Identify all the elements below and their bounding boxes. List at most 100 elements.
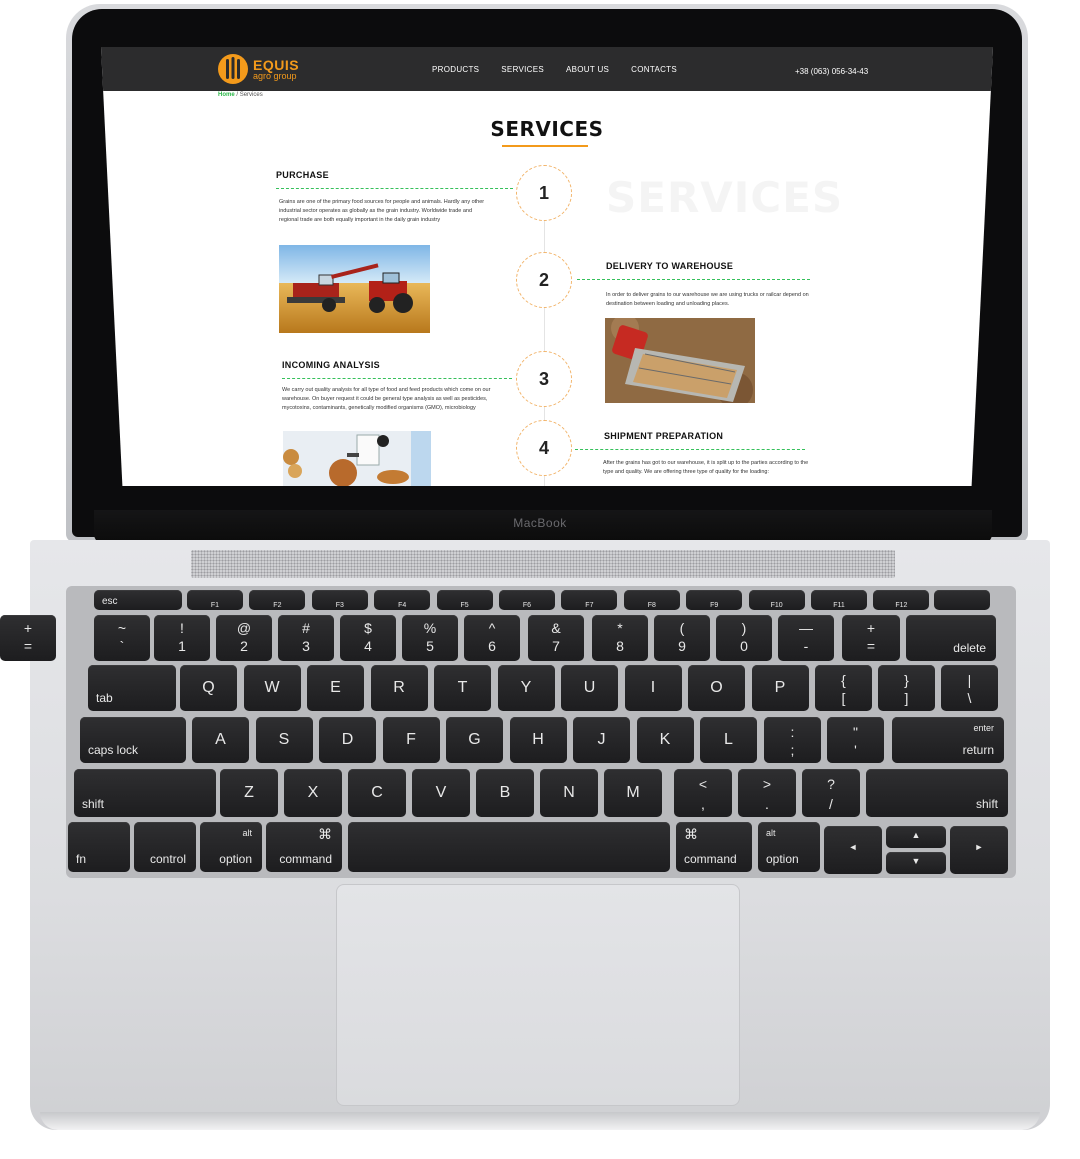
key-3-3[interactable]: #3 — [278, 615, 334, 661]
key-s[interactable]: S — [255, 717, 313, 763]
f6-key-label: F6 — [522, 602, 532, 609]
key-y[interactable]: Y — [497, 665, 555, 711]
key-5-5[interactable]: % 5 — [402, 615, 458, 661]
site-logo[interactable]: EQUIS agro group — [217, 53, 299, 85]
nav-about-us[interactable]: ABOUT US — [566, 65, 609, 74]
key-2-2[interactable]: @2 — [216, 615, 272, 661]
key-4-4[interactable]: $4 — [340, 615, 396, 661]
key-i[interactable]: I — [624, 665, 682, 711]
key-1-1[interactable]: ! 1 — [154, 615, 210, 661]
key-h[interactable]: H — [509, 717, 567, 763]
esc-key[interactable]: esc — [94, 590, 182, 610]
control-key[interactable]: control — [134, 822, 196, 872]
plus-equals-key-label: = — [866, 638, 876, 654]
key-f[interactable]: F — [382, 717, 440, 763]
f4-key[interactable]: F4 — [374, 590, 431, 610]
arrow-down-key[interactable]: ▼ — [886, 852, 946, 874]
key-x-12-label: = — [23, 638, 33, 654]
key-b[interactable]: B — [476, 769, 534, 817]
key-l[interactable]: L — [700, 717, 757, 763]
key-6-6[interactable]: ^ 6 — [464, 615, 520, 661]
key-f-label: F — [406, 731, 416, 748]
arrow-left-key[interactable]: ◄ — [824, 826, 882, 874]
caps-lock-key[interactable]: caps lock — [80, 717, 186, 763]
key-x-12[interactable]: + = — [0, 615, 56, 661]
bracket-key-0-shift-label: { — [841, 672, 846, 688]
nav-contacts[interactable]: CONTACTS — [631, 65, 677, 74]
key-9-9[interactable]: (9 — [654, 615, 710, 661]
f3-key[interactable]: F3 — [311, 590, 368, 610]
left-option-key[interactable]: alt option — [200, 822, 262, 872]
bracket-key-1[interactable]: }] — [878, 665, 935, 711]
key-7-7[interactable]: & 7 — [528, 615, 584, 661]
plus-equals-key[interactable]: + = — [842, 615, 900, 661]
key-g[interactable]: G — [446, 717, 503, 763]
zpunct-key-0[interactable]: <, — [674, 769, 732, 817]
f7-key[interactable]: F7 — [561, 590, 618, 610]
key-7-7-label: 7 — [552, 638, 560, 654]
right-shift-key[interactable]: shift — [866, 769, 1008, 817]
f1-key[interactable]: F1 — [187, 590, 243, 610]
key-d-label: D — [341, 731, 354, 748]
delete-key[interactable]: delete — [906, 615, 996, 661]
key-g-label: G — [468, 731, 481, 748]
punct-key-0[interactable]: :; — [764, 717, 821, 763]
key-n[interactable]: N — [540, 769, 598, 817]
space-bar[interactable] — [348, 822, 670, 872]
key-x[interactable]: X — [284, 769, 342, 817]
bracket-key-0[interactable]: {[ — [815, 665, 872, 711]
power-key[interactable] — [934, 590, 990, 610]
key-r[interactable]: R — [370, 665, 428, 711]
phone-number[interactable]: +38 (063) 056-34-43 — [795, 67, 868, 76]
key-p[interactable]: P — [751, 665, 809, 711]
key-x-11[interactable]: — - — [778, 615, 834, 661]
f10-key[interactable]: F10 — [748, 590, 805, 610]
arrow-up-key[interactable]: ▲ — [886, 826, 946, 848]
breadcrumb-home[interactable]: Home — [218, 92, 235, 98]
key-o-label: O — [710, 679, 723, 696]
key-8-8[interactable]: * 8 — [592, 615, 648, 661]
key-v[interactable]: V — [412, 769, 470, 817]
bracket-key-2[interactable]: | \ — [941, 665, 998, 711]
key-z[interactable]: Z — [220, 769, 278, 817]
key-x-11-label: - — [803, 638, 809, 654]
return-key[interactable]: enter return — [892, 717, 1004, 763]
f6-key[interactable]: F6 — [499, 590, 555, 610]
key-m[interactable]: M — [604, 769, 662, 817]
fn-key[interactable]: fn — [68, 822, 130, 872]
f11-key[interactable]: F11 — [811, 590, 867, 610]
key-a[interactable]: A — [192, 717, 249, 763]
f5-key[interactable]: F5 — [436, 590, 493, 610]
key-e[interactable]: E — [307, 665, 364, 711]
key-u[interactable]: U — [561, 665, 618, 711]
key-o[interactable]: O — [688, 665, 745, 711]
right-command-key[interactable]: ⌘ command — [676, 822, 752, 872]
key-w[interactable]: W — [243, 665, 301, 711]
tab-key[interactable]: tab — [88, 665, 176, 711]
zpunct-key-2[interactable]: ? / — [802, 769, 860, 817]
key-0-10[interactable]: ) 0 — [716, 615, 772, 661]
key-k[interactable]: K — [636, 717, 694, 763]
key-c[interactable]: C — [348, 769, 406, 817]
f12-key[interactable]: F12 — [873, 590, 930, 610]
arrow-right-key[interactable]: ► — [950, 826, 1008, 874]
f2-key[interactable]: F2 — [249, 590, 306, 610]
key-t[interactable]: T — [434, 665, 491, 711]
plus-equals-key-shift-label: + — [866, 620, 876, 636]
key-x-0[interactable]: ~ ` — [94, 615, 150, 661]
key-a-label: A — [215, 731, 226, 748]
trackpad[interactable] — [336, 884, 740, 1106]
right-option-key[interactable]: alt option — [758, 822, 820, 872]
zpunct-key-1[interactable]: >. — [738, 769, 796, 817]
left-shift-key[interactable]: shift — [74, 769, 216, 817]
nav-services[interactable]: SERVICES — [501, 65, 544, 74]
f9-key[interactable]: F9 — [686, 590, 743, 610]
key-j[interactable]: J — [573, 717, 630, 763]
f8-key[interactable]: F8 — [623, 590, 680, 610]
punct-key-1[interactable]: " ' — [827, 717, 884, 763]
key-q[interactable]: Q — [180, 665, 237, 711]
delete-key-label: delete — [953, 641, 986, 655]
nav-products[interactable]: PRODUCTS — [432, 65, 479, 74]
key-d[interactable]: D — [319, 717, 376, 763]
left-command-key[interactable]: ⌘ command — [266, 822, 342, 872]
